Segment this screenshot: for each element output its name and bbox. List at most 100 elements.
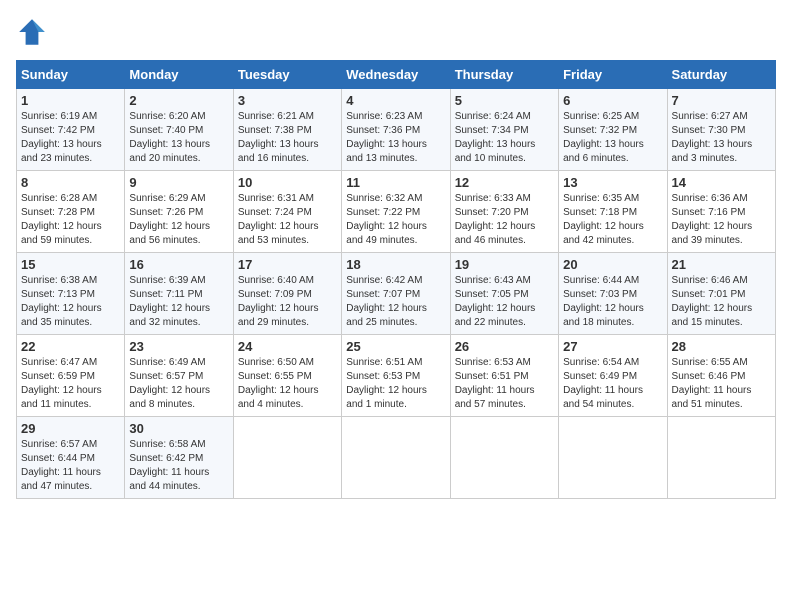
day-number: 24 <box>238 339 337 354</box>
day-number: 3 <box>238 93 337 108</box>
day-info: Sunrise: 6:19 AM Sunset: 7:42 PM Dayligh… <box>21 110 120 166</box>
day-of-week-header: Thursday <box>450 61 558 89</box>
day-number: 21 <box>672 257 771 272</box>
day-number: 30 <box>129 421 228 436</box>
calendar-cell <box>450 417 558 499</box>
day-info: Sunrise: 6:39 AM Sunset: 7:11 PM Dayligh… <box>129 274 228 330</box>
day-number: 4 <box>346 93 445 108</box>
day-of-week-header: Friday <box>559 61 667 89</box>
day-info: Sunrise: 6:51 AM Sunset: 6:53 PM Dayligh… <box>346 356 445 412</box>
day-info: Sunrise: 6:35 AM Sunset: 7:18 PM Dayligh… <box>563 192 662 248</box>
calendar-week-row: 1 Sunrise: 6:19 AM Sunset: 7:42 PM Daylig… <box>17 89 776 171</box>
calendar-cell: 10 Sunrise: 6:31 AM Sunset: 7:24 PM Dayli… <box>233 171 341 253</box>
day-info: Sunrise: 6:58 AM Sunset: 6:42 PM Dayligh… <box>129 438 228 494</box>
day-of-week-header: Tuesday <box>233 61 341 89</box>
calendar-cell <box>667 417 775 499</box>
day-info: Sunrise: 6:53 AM Sunset: 6:51 PM Dayligh… <box>455 356 554 412</box>
day-number: 12 <box>455 175 554 190</box>
calendar-cell: 22 Sunrise: 6:47 AM Sunset: 6:59 PM Dayli… <box>17 335 125 417</box>
day-number: 13 <box>563 175 662 190</box>
day-number: 7 <box>672 93 771 108</box>
day-info: Sunrise: 6:47 AM Sunset: 6:59 PM Dayligh… <box>21 356 120 412</box>
calendar-cell: 16 Sunrise: 6:39 AM Sunset: 7:11 PM Dayli… <box>125 253 233 335</box>
day-number: 19 <box>455 257 554 272</box>
calendar-cell <box>342 417 450 499</box>
calendar-cell: 30 Sunrise: 6:58 AM Sunset: 6:42 PM Dayli… <box>125 417 233 499</box>
day-info: Sunrise: 6:20 AM Sunset: 7:40 PM Dayligh… <box>129 110 228 166</box>
day-number: 11 <box>346 175 445 190</box>
day-info: Sunrise: 6:54 AM Sunset: 6:49 PM Dayligh… <box>563 356 662 412</box>
calendar-cell: 7 Sunrise: 6:27 AM Sunset: 7:30 PM Daylig… <box>667 89 775 171</box>
day-info: Sunrise: 6:57 AM Sunset: 6:44 PM Dayligh… <box>21 438 120 494</box>
calendar-week-row: 29 Sunrise: 6:57 AM Sunset: 6:44 PM Dayli… <box>17 417 776 499</box>
calendar-cell: 29 Sunrise: 6:57 AM Sunset: 6:44 PM Dayli… <box>17 417 125 499</box>
day-number: 28 <box>672 339 771 354</box>
calendar-cell: 26 Sunrise: 6:53 AM Sunset: 6:51 PM Dayli… <box>450 335 558 417</box>
day-info: Sunrise: 6:43 AM Sunset: 7:05 PM Dayligh… <box>455 274 554 330</box>
calendar-cell: 11 Sunrise: 6:32 AM Sunset: 7:22 PM Dayli… <box>342 171 450 253</box>
day-number: 29 <box>21 421 120 436</box>
calendar-cell: 12 Sunrise: 6:33 AM Sunset: 7:20 PM Dayli… <box>450 171 558 253</box>
day-number: 15 <box>21 257 120 272</box>
calendar-cell: 28 Sunrise: 6:55 AM Sunset: 6:46 PM Dayli… <box>667 335 775 417</box>
calendar-cell: 5Sunrise: 6:24 AM Sunset: 7:34 PM Daylig… <box>450 89 558 171</box>
calendar-cell: 4Sunrise: 6:23 AM Sunset: 7:36 PM Daylig… <box>342 89 450 171</box>
calendar-table: SundayMondayTuesdayWednesdayThursdayFrid… <box>16 60 776 499</box>
day-info: Sunrise: 6:44 AM Sunset: 7:03 PM Dayligh… <box>563 274 662 330</box>
day-of-week-header: Wednesday <box>342 61 450 89</box>
day-number: 16 <box>129 257 228 272</box>
calendar-cell: 9 Sunrise: 6:29 AM Sunset: 7:26 PM Daylig… <box>125 171 233 253</box>
day-info: Sunrise: 6:36 AM Sunset: 7:16 PM Dayligh… <box>672 192 771 248</box>
day-number: 1 <box>21 93 120 108</box>
calendar-cell: 1 Sunrise: 6:19 AM Sunset: 7:42 PM Daylig… <box>17 89 125 171</box>
logo <box>16 16 52 48</box>
day-number: 26 <box>455 339 554 354</box>
day-number: 17 <box>238 257 337 272</box>
calendar-cell: 6 Sunrise: 6:25 AM Sunset: 7:32 PM Daylig… <box>559 89 667 171</box>
day-info: Sunrise: 6:32 AM Sunset: 7:22 PM Dayligh… <box>346 192 445 248</box>
day-info: Sunrise: 6:55 AM Sunset: 6:46 PM Dayligh… <box>672 356 771 412</box>
day-number: 20 <box>563 257 662 272</box>
day-of-week-header: Saturday <box>667 61 775 89</box>
calendar-week-row: 15 Sunrise: 6:38 AM Sunset: 7:13 PM Dayli… <box>17 253 776 335</box>
calendar-cell: 20 Sunrise: 6:44 AM Sunset: 7:03 PM Dayli… <box>559 253 667 335</box>
day-info: Sunrise: 6:21 AM Sunset: 7:38 PM Dayligh… <box>238 110 337 166</box>
day-number: 22 <box>21 339 120 354</box>
day-number: 25 <box>346 339 445 354</box>
page-header <box>16 16 776 48</box>
day-number: 23 <box>129 339 228 354</box>
day-number: 2 <box>129 93 228 108</box>
day-info: Sunrise: 6:25 AM Sunset: 7:32 PM Dayligh… <box>563 110 662 166</box>
day-info: Sunrise: 6:40 AM Sunset: 7:09 PM Dayligh… <box>238 274 337 330</box>
day-number: 10 <box>238 175 337 190</box>
day-info: Sunrise: 6:31 AM Sunset: 7:24 PM Dayligh… <box>238 192 337 248</box>
calendar-cell: 8 Sunrise: 6:28 AM Sunset: 7:28 PM Daylig… <box>17 171 125 253</box>
day-info: Sunrise: 6:33 AM Sunset: 7:20 PM Dayligh… <box>455 192 554 248</box>
calendar-cell: 21 Sunrise: 6:46 AM Sunset: 7:01 PM Dayli… <box>667 253 775 335</box>
calendar-cell: 18 Sunrise: 6:42 AM Sunset: 7:07 PM Dayli… <box>342 253 450 335</box>
calendar-cell: 13 Sunrise: 6:35 AM Sunset: 7:18 PM Dayli… <box>559 171 667 253</box>
day-info: Sunrise: 6:46 AM Sunset: 7:01 PM Dayligh… <box>672 274 771 330</box>
day-number: 14 <box>672 175 771 190</box>
day-info: Sunrise: 6:49 AM Sunset: 6:57 PM Dayligh… <box>129 356 228 412</box>
day-number: 6 <box>563 93 662 108</box>
days-header-row: SundayMondayTuesdayWednesdayThursdayFrid… <box>17 61 776 89</box>
calendar-cell: 24Sunrise: 6:50 AM Sunset: 6:55 PM Dayli… <box>233 335 341 417</box>
day-number: 27 <box>563 339 662 354</box>
calendar-cell: 14 Sunrise: 6:36 AM Sunset: 7:16 PM Dayli… <box>667 171 775 253</box>
day-number: 8 <box>21 175 120 190</box>
day-of-week-header: Sunday <box>17 61 125 89</box>
day-number: 9 <box>129 175 228 190</box>
day-number: 18 <box>346 257 445 272</box>
calendar-cell: 23 Sunrise: 6:49 AM Sunset: 6:57 PM Dayli… <box>125 335 233 417</box>
day-info: Sunrise: 6:28 AM Sunset: 7:28 PM Dayligh… <box>21 192 120 248</box>
calendar-week-row: 22 Sunrise: 6:47 AM Sunset: 6:59 PM Dayli… <box>17 335 776 417</box>
day-info: Sunrise: 6:27 AM Sunset: 7:30 PM Dayligh… <box>672 110 771 166</box>
day-info: Sunrise: 6:42 AM Sunset: 7:07 PM Dayligh… <box>346 274 445 330</box>
calendar-cell: 3 Sunrise: 6:21 AM Sunset: 7:38 PM Daylig… <box>233 89 341 171</box>
day-info: Sunrise: 6:38 AM Sunset: 7:13 PM Dayligh… <box>21 274 120 330</box>
calendar-cell <box>559 417 667 499</box>
day-number: 5 <box>455 93 554 108</box>
day-info: Sunrise: 6:29 AM Sunset: 7:26 PM Dayligh… <box>129 192 228 248</box>
calendar-cell: 17 Sunrise: 6:40 AM Sunset: 7:09 PM Dayli… <box>233 253 341 335</box>
